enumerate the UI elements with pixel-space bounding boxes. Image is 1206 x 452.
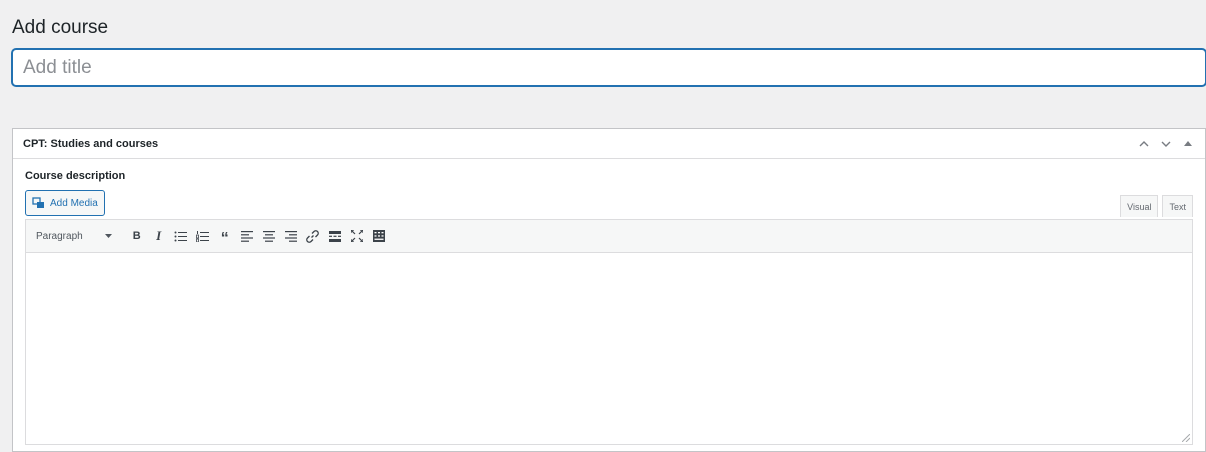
numbered-list-icon (196, 230, 210, 242)
align-center-button[interactable] (258, 225, 280, 247)
kitchen-sink-icon (372, 230, 385, 242)
fullscreen-button[interactable] (346, 225, 368, 247)
editor-toolbar: Paragraph B I “ (26, 220, 1192, 253)
italic-icon: I (156, 228, 162, 243)
chevron-down-icon (1161, 141, 1171, 147)
editor-box: Paragraph B I “ (25, 219, 1193, 445)
title-input[interactable] (12, 49, 1206, 86)
bold-button[interactable]: B (126, 225, 148, 247)
metabox-title: CPT: Studies and courses (23, 137, 159, 150)
chevron-up-icon (1139, 140, 1149, 146)
align-center-icon (262, 230, 275, 242)
add-media-button[interactable]: Add Media (25, 190, 105, 216)
align-left-icon (240, 230, 253, 242)
blockquote-button[interactable]: “ (214, 225, 236, 247)
align-left-button[interactable] (236, 225, 258, 247)
tab-visual[interactable]: Visual (1120, 195, 1159, 217)
add-media-label: Add Media (50, 197, 98, 209)
insert-link-button[interactable] (302, 225, 324, 247)
align-right-icon (284, 230, 297, 242)
numbered-list-button[interactable] (192, 225, 214, 247)
dropdown-arrow-icon (104, 234, 112, 238)
toolbar-toggle-button[interactable] (368, 225, 390, 247)
metabox-handle-actions (1137, 137, 1195, 151)
metabox-inside: Course description Add Media Visual Text… (13, 170, 1205, 445)
link-icon (306, 229, 319, 243)
toggle-panel-button[interactable] (1181, 137, 1195, 151)
move-down-button[interactable] (1159, 137, 1173, 151)
move-up-button[interactable] (1137, 137, 1151, 151)
media-icon (32, 197, 44, 208)
read-more-icon (328, 230, 341, 242)
align-right-button[interactable] (280, 225, 302, 247)
blockquote-icon: “ (220, 230, 229, 247)
metabox-header: CPT: Studies and courses (13, 129, 1205, 159)
fullscreen-icon (350, 230, 363, 242)
course-description-label: Course description (25, 170, 126, 182)
editor-tools: Add Media Visual Text (25, 190, 1193, 220)
editor-tabs: Visual Text (1120, 195, 1193, 217)
page-title: Add course (12, 17, 109, 38)
metabox-studies-courses: CPT: Studies and courses Course descript… (12, 128, 1206, 452)
collapse-triangle-icon (1184, 141, 1192, 146)
bold-icon: B (132, 230, 141, 242)
editor-content-area[interactable] (26, 253, 1192, 444)
insert-read-more-button[interactable] (324, 225, 346, 247)
tab-text[interactable]: Text (1162, 195, 1193, 217)
bulleted-list-icon (174, 231, 188, 241)
format-select-value: Paragraph (36, 230, 83, 242)
italic-button[interactable]: I (148, 225, 170, 247)
bulleted-list-button[interactable] (170, 225, 192, 247)
resize-handle-icon[interactable] (1182, 434, 1190, 442)
format-select[interactable]: Paragraph (36, 231, 112, 242)
